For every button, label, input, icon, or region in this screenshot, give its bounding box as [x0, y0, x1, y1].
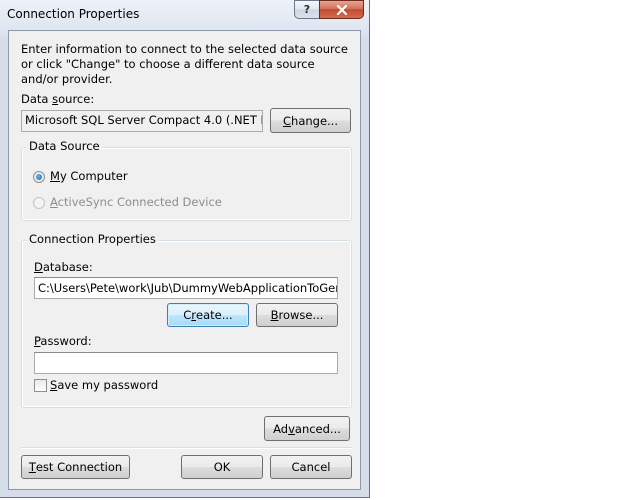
activesync-radio[interactable] [33, 197, 45, 209]
advanced-button[interactable]: Ad v anced... [264, 416, 350, 441]
separator [21, 447, 352, 449]
dialog-content: Enter information to connect to the sele… [8, 30, 361, 490]
save-password-checkbox[interactable] [34, 379, 47, 392]
connection-properties-group-title: Connection Properties [27, 232, 158, 246]
help-icon: ? [303, 3, 311, 16]
create-button[interactable]: Cr eate... [167, 303, 249, 327]
password-input[interactable] [34, 352, 338, 374]
close-icon [336, 4, 347, 15]
save-password-label[interactable]: Save my password [50, 379, 158, 392]
database-label: Database: [34, 260, 93, 274]
data-source-label: Data source: [21, 92, 95, 106]
change-button[interactable]: Change... [270, 108, 351, 133]
data-source-group-title: Data Source [27, 139, 102, 153]
my-computer-radio[interactable] [33, 171, 45, 183]
connection-properties-dialog: Connection Properties ? Enter informatio… [0, 0, 370, 498]
browse-button[interactable]: Browse... [256, 303, 338, 327]
close-button[interactable] [319, 0, 364, 19]
my-computer-label[interactable]: My Computer [50, 170, 128, 183]
database-input[interactable]: C:\Users\Pete\work\Jub\DummyWebApplicati… [34, 277, 338, 299]
window-title: Connection Properties [7, 7, 140, 21]
data-source-group [21, 147, 352, 221]
title-bar[interactable]: Connection Properties ? [0, 0, 368, 28]
cancel-button[interactable]: Cancel [270, 455, 352, 479]
help-button[interactable]: ? [294, 0, 320, 19]
intro-text: Enter information to connect to the sele… [21, 42, 348, 86]
password-label: Password: [34, 334, 92, 348]
test-connection-button[interactable]: Test Connection [21, 455, 130, 479]
data-source-field: Microsoft SQL Server Compact 4.0 (.NET F… [21, 110, 263, 132]
ok-button[interactable]: OK [181, 455, 263, 479]
activesync-label[interactable]: ActiveSync Connected Device [50, 196, 222, 209]
